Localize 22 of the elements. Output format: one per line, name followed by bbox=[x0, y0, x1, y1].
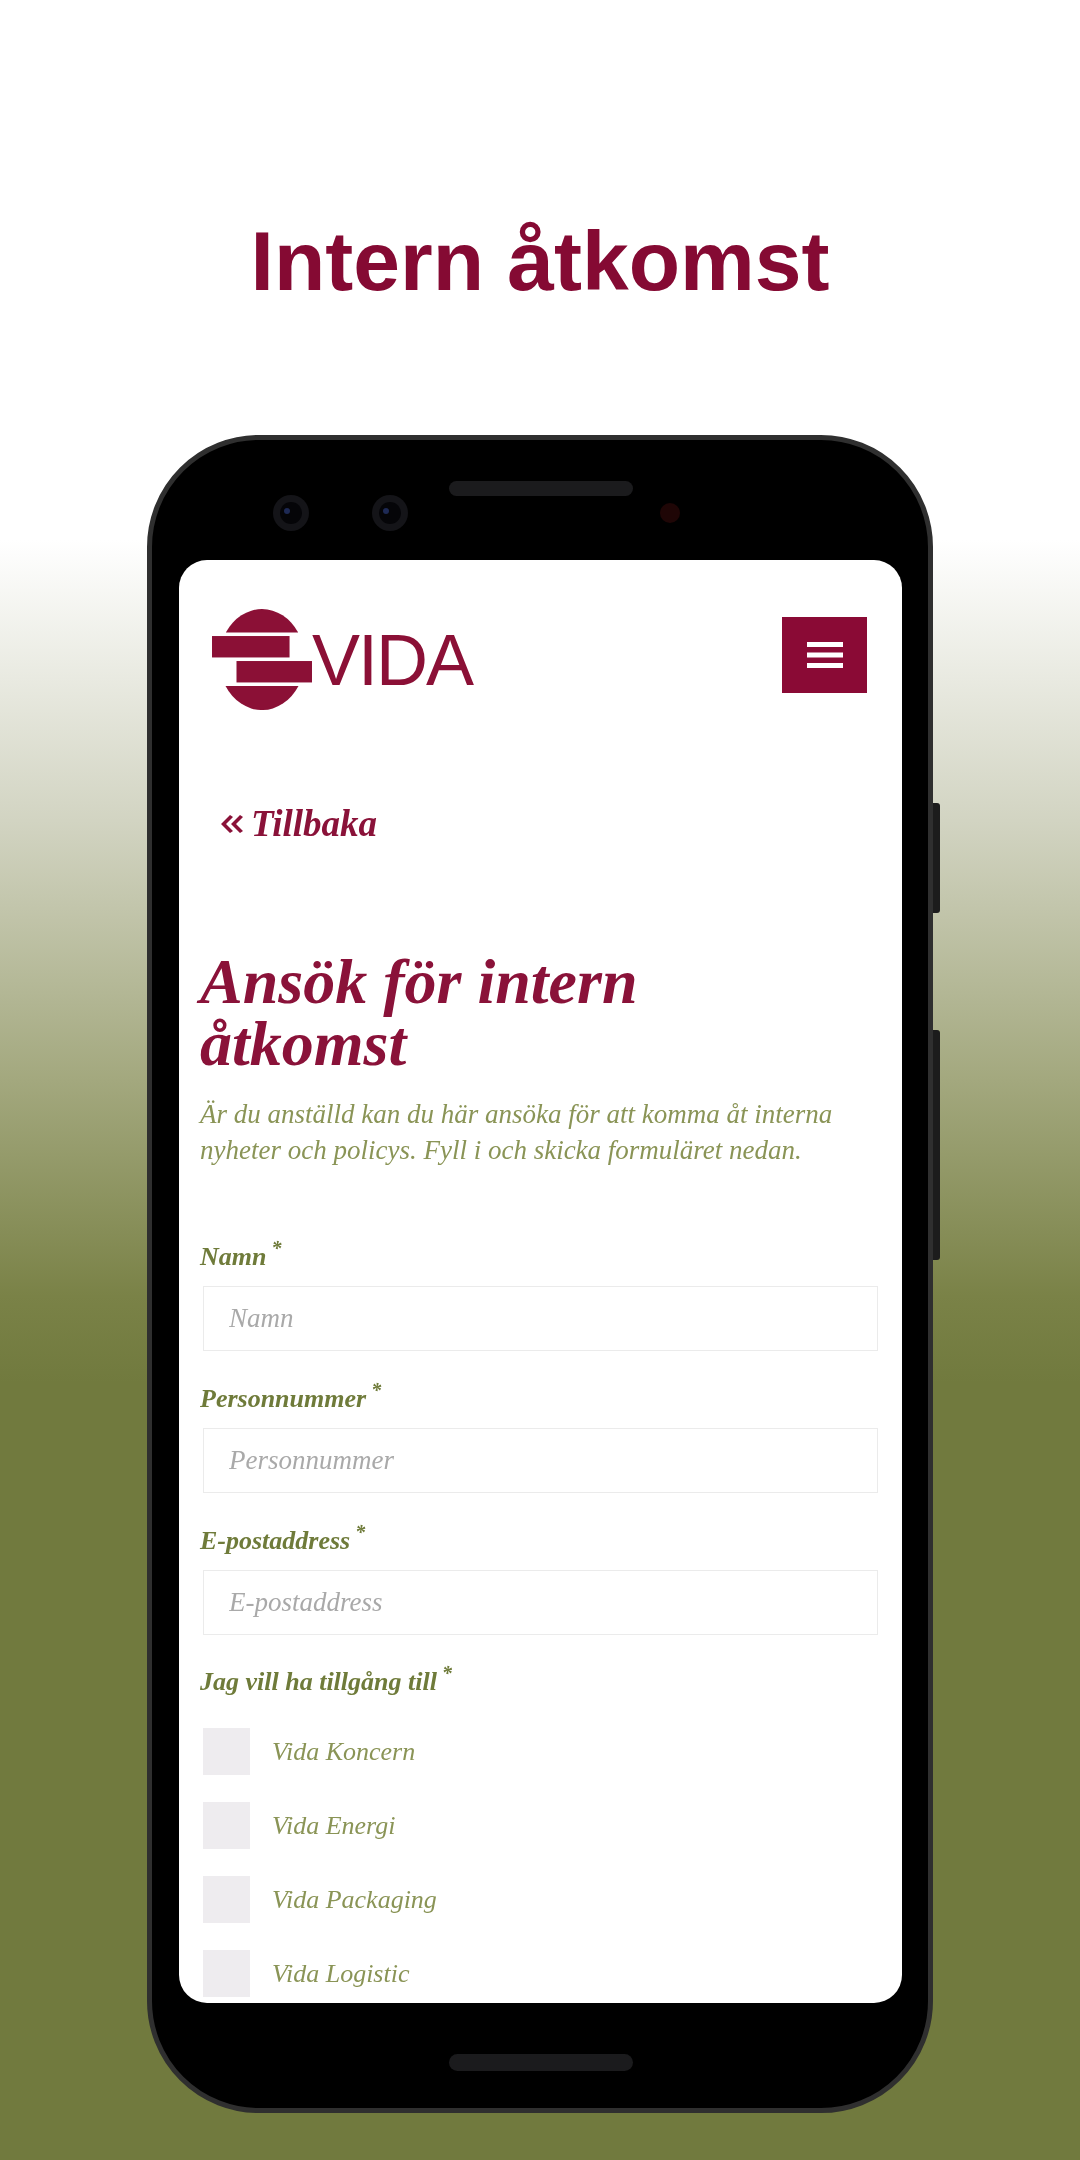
double-chevron-left-icon bbox=[221, 814, 243, 833]
camera-icon bbox=[372, 495, 408, 531]
checkbox-label[interactable]: Vida Packaging bbox=[272, 1884, 437, 1915]
checkbox-label[interactable]: Vida Energi bbox=[272, 1810, 396, 1841]
checkbox-label[interactable]: Vida Logistic bbox=[272, 1958, 410, 1989]
camera-icon bbox=[273, 495, 309, 531]
input-field[interactable]: Personnummer bbox=[203, 1428, 878, 1493]
striped-circle-logo-icon bbox=[212, 609, 312, 710]
menu-button[interactable] bbox=[782, 617, 867, 693]
input-field[interactable]: E-postaddress bbox=[203, 1570, 878, 1635]
field-label: E-postaddress$^{*}$ bbox=[200, 1526, 366, 1556]
promo-title: Intern åtkomst bbox=[250, 219, 830, 303]
back-link[interactable]: Tillbaka bbox=[221, 805, 378, 842]
field-label: Namn$^{*}$ bbox=[200, 1242, 282, 1272]
logo-text: VIDA bbox=[312, 623, 473, 696]
field-label: Personnummer$^{*}$ bbox=[200, 1384, 382, 1414]
menu-icon bbox=[806, 642, 843, 668]
field-label: Jag vill ha tillgång till$^{*}$ bbox=[200, 1667, 452, 1697]
sensor-dot-icon bbox=[660, 503, 680, 523]
intro-text: Är du anställd kan du här ansöka för att komma åt interna nyheter och policys. Fyll i och skicka formuläret nedan. bbox=[200, 1098, 834, 1167]
input-field[interactable]: Namn bbox=[203, 1286, 878, 1351]
checkbox-label[interactable]: Vida Koncern bbox=[272, 1736, 416, 1767]
